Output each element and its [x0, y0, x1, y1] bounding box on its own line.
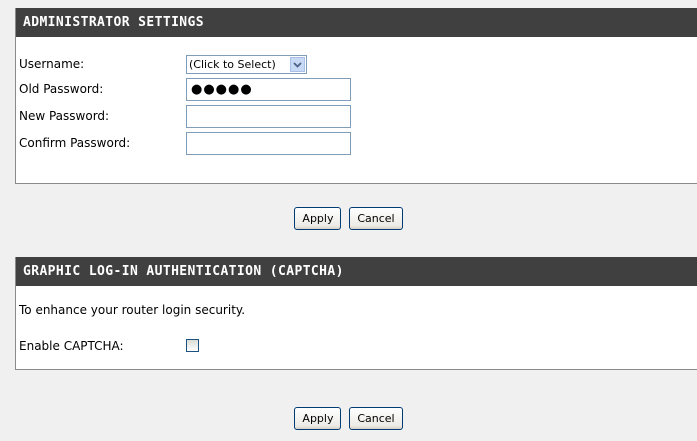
- new-password-input[interactable]: [186, 105, 351, 128]
- enable-captcha-label: Enable CAPTCHA:: [19, 339, 124, 353]
- admin-settings-panel: ADMINISTRATOR SETTINGS Username: (Click …: [15, 8, 697, 184]
- username-select-value: (Click to Select): [189, 58, 276, 71]
- username-select[interactable]: (Click to Select): [186, 55, 307, 74]
- old-password-value: ●●●●●: [191, 82, 253, 97]
- captcha-description-row: To enhance your router login security.: [19, 303, 245, 317]
- captcha-title: GRAPHIC LOG-IN AUTHENTICATION (CAPTCHA): [16, 257, 697, 286]
- admin-button-bar: Apply Cancel: [0, 207, 697, 230]
- confirm-password-row: Confirm Password:: [16, 132, 697, 156]
- new-password-row: New Password:: [16, 105, 697, 129]
- enable-captcha-checkbox[interactable]: [186, 339, 199, 352]
- admin-cancel-button[interactable]: Cancel: [349, 207, 403, 230]
- old-password-label: Old Password:: [19, 82, 104, 96]
- new-password-label: New Password:: [19, 109, 110, 123]
- admin-apply-button[interactable]: Apply: [294, 207, 342, 230]
- old-password-input[interactable]: ●●●●●: [186, 78, 351, 101]
- captcha-description: To enhance your router login security.: [19, 303, 246, 317]
- username-label: Username:: [19, 57, 85, 71]
- chevron-down-icon[interactable]: [290, 57, 305, 72]
- admin-settings-title: ADMINISTRATOR SETTINGS: [16, 8, 697, 37]
- captcha-button-bar: Apply Cancel: [0, 407, 697, 430]
- captcha-cancel-button[interactable]: Cancel: [349, 407, 403, 430]
- username-row: Username: (Click to Select): [16, 53, 697, 77]
- confirm-password-input[interactable]: [186, 132, 351, 155]
- captcha-apply-button[interactable]: Apply: [294, 407, 342, 430]
- old-password-row: Old Password: ●●●●●: [16, 78, 697, 102]
- captcha-enable-row: Enable CAPTCHA:: [16, 339, 697, 355]
- captcha-panel: GRAPHIC LOG-IN AUTHENTICATION (CAPTCHA) …: [15, 257, 697, 370]
- confirm-password-label: Confirm Password:: [19, 136, 131, 150]
